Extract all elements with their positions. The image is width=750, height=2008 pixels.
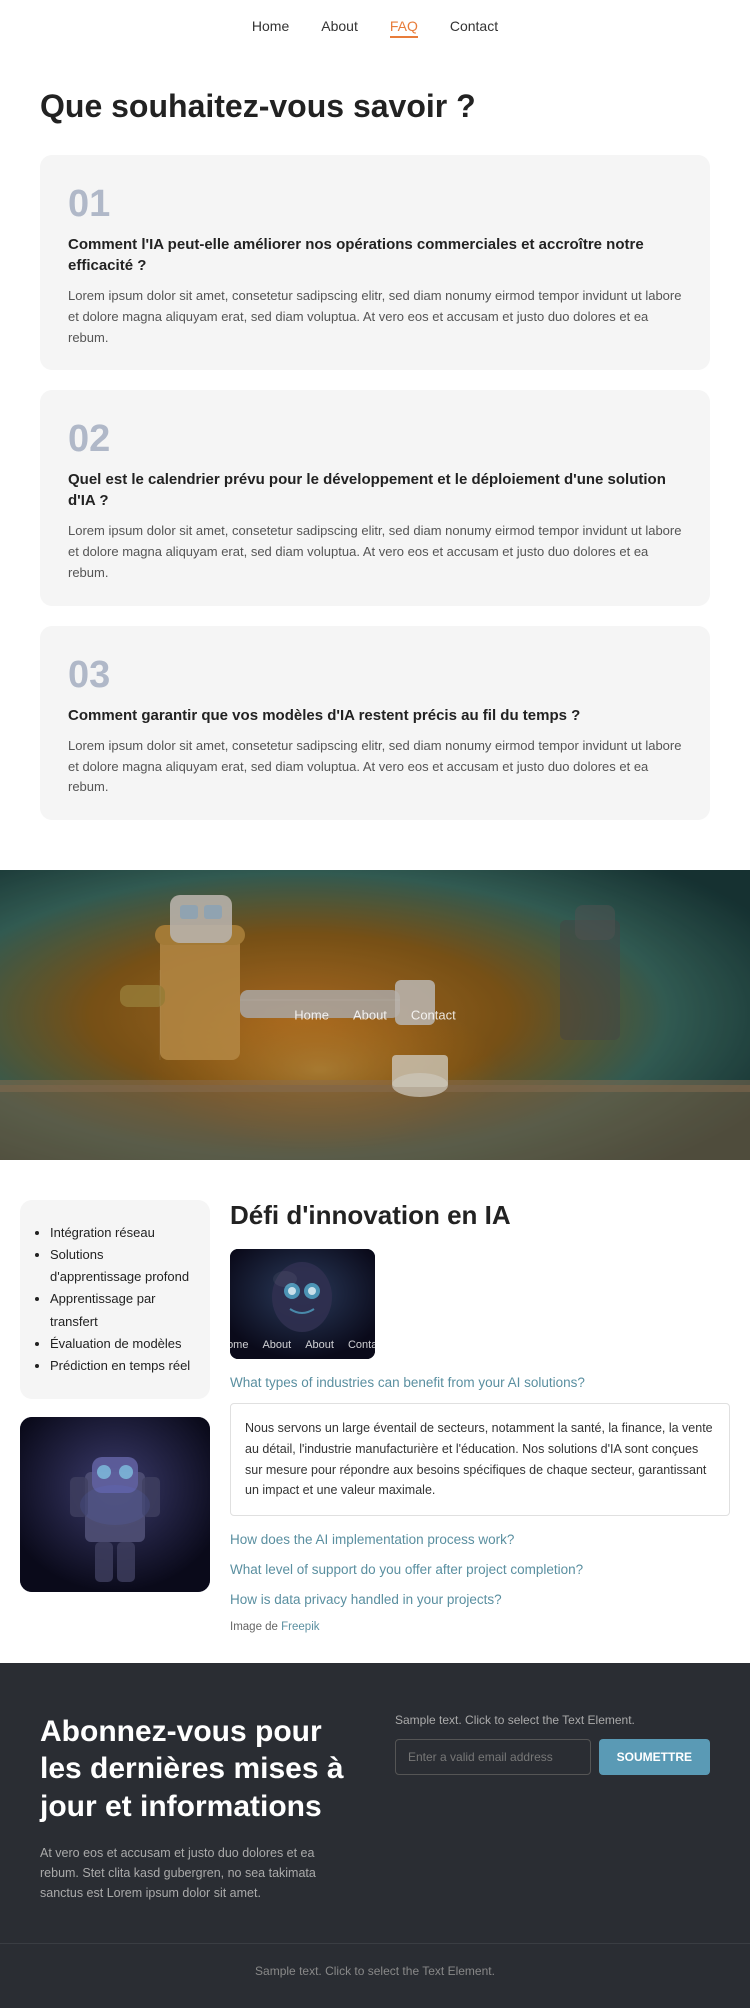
face-nav-about[interactable]: About — [262, 1339, 291, 1351]
submit-button[interactable]: SOUMETTRE — [599, 1739, 710, 1775]
innovation-right: Défi d'innovation en IA — [230, 1200, 730, 1633]
list-item-3: Apprentissage par transfert — [50, 1288, 192, 1332]
faq-num-3: 03 — [68, 654, 682, 697]
faq-num-1: 01 — [68, 183, 682, 226]
banner-nav-about[interactable]: About — [353, 1008, 387, 1023]
innovation-section: Intégration réseau Solutions d'apprentis… — [0, 1160, 750, 1663]
faq-expanded-answer: Nous servons un large éventail de secteu… — [230, 1403, 730, 1516]
faq-answer-3: Lorem ipsum dolor sit amet, consetetur s… — [68, 736, 682, 798]
subscribe-sample-text: Sample text. Click to select the Text El… — [395, 1713, 710, 1727]
faq-card-2: 02 Quel est le calendrier prévu pour le … — [40, 390, 710, 605]
subscribe-description: At vero eos et accusam et justo duo dolo… — [40, 1843, 355, 1903]
faq-question-2: Quel est le calendrier prévu pour le dév… — [68, 469, 682, 511]
faq-link-1[interactable]: What types of industries can benefit fro… — [230, 1373, 730, 1393]
footer-text: Sample text. Click to select the Text El… — [40, 1964, 710, 1978]
list-item-2: Solutions d'apprentissage profond — [50, 1244, 192, 1288]
page-footer: Sample text. Click to select the Text El… — [0, 1943, 750, 2008]
robot-small-image — [20, 1417, 210, 1592]
nav-about[interactable]: About — [321, 18, 358, 38]
faq-card-3: 03 Comment garantir que vos modèles d'IA… — [40, 626, 710, 820]
subscribe-section: Abonnez-vous pour les dernières mises à … — [0, 1663, 750, 1944]
subscribe-right: Sample text. Click to select the Text El… — [395, 1713, 710, 1785]
banner-nav-contact[interactable]: Contact — [411, 1008, 456, 1023]
faq-num-2: 02 — [68, 418, 682, 461]
list-item-4: Évaluation de modèles — [50, 1333, 192, 1355]
freepik-link[interactable]: Freepik — [281, 1621, 319, 1633]
banner-nav: Home About Contact — [294, 1008, 455, 1023]
faq-section: Que souhaitez-vous savoir ? 01 Comment l… — [0, 48, 750, 870]
subscribe-left: Abonnez-vous pour les dernières mises à … — [40, 1713, 355, 1904]
faq-answer-1: Lorem ipsum dolor sit amet, consetetur s… — [68, 286, 682, 348]
list-item-5: Prédiction en temps réel — [50, 1355, 192, 1377]
faq-question-3: Comment garantir que vos modèles d'IA re… — [68, 705, 682, 726]
banner-nav-home[interactable]: Home — [294, 1008, 329, 1023]
innovation-left: Intégration réseau Solutions d'apprentis… — [20, 1200, 210, 1633]
face-image-nav: Home About About Contact — [230, 1339, 375, 1351]
faq-link-3[interactable]: What level of support do you offer after… — [230, 1560, 730, 1580]
faq-link-4[interactable]: How is data privacy handled in your proj… — [230, 1590, 730, 1610]
faq-link-2[interactable]: How does the AI implementation process w… — [230, 1530, 730, 1550]
face-nav-contact[interactable]: Contact — [348, 1339, 375, 1351]
list-item-1: Intégration réseau — [50, 1222, 192, 1244]
email-input[interactable] — [395, 1739, 591, 1775]
subscribe-form: SOUMETTRE — [395, 1739, 710, 1775]
faq-question-1: Comment l'IA peut-elle améliorer nos opé… — [68, 234, 682, 276]
nav-faq[interactable]: FAQ — [390, 18, 418, 38]
nav-home[interactable]: Home — [252, 18, 289, 38]
innovation-list: Intégration réseau Solutions d'apprentis… — [20, 1200, 210, 1399]
face-nav-home[interactable]: Home — [230, 1339, 248, 1351]
nav-contact[interactable]: Contact — [450, 18, 498, 38]
subscribe-title: Abonnez-vous pour les dernières mises à … — [40, 1713, 355, 1826]
faq-answer-2: Lorem ipsum dolor sit amet, consetetur s… — [68, 521, 682, 583]
faq-card-1: 01 Comment l'IA peut-elle améliorer nos … — [40, 155, 710, 370]
innovation-face-image: Home About About Contact — [230, 1249, 375, 1359]
main-nav: Home About FAQ Contact — [0, 0, 750, 48]
faq-title: Que souhaitez-vous savoir ? — [40, 88, 710, 125]
innovation-title: Défi d'innovation en IA — [230, 1200, 730, 1231]
robot-banner: Home About Contact — [0, 870, 750, 1160]
face-nav-about2[interactable]: About — [305, 1339, 334, 1351]
image-credit: Image de Freepik — [230, 1621, 730, 1633]
